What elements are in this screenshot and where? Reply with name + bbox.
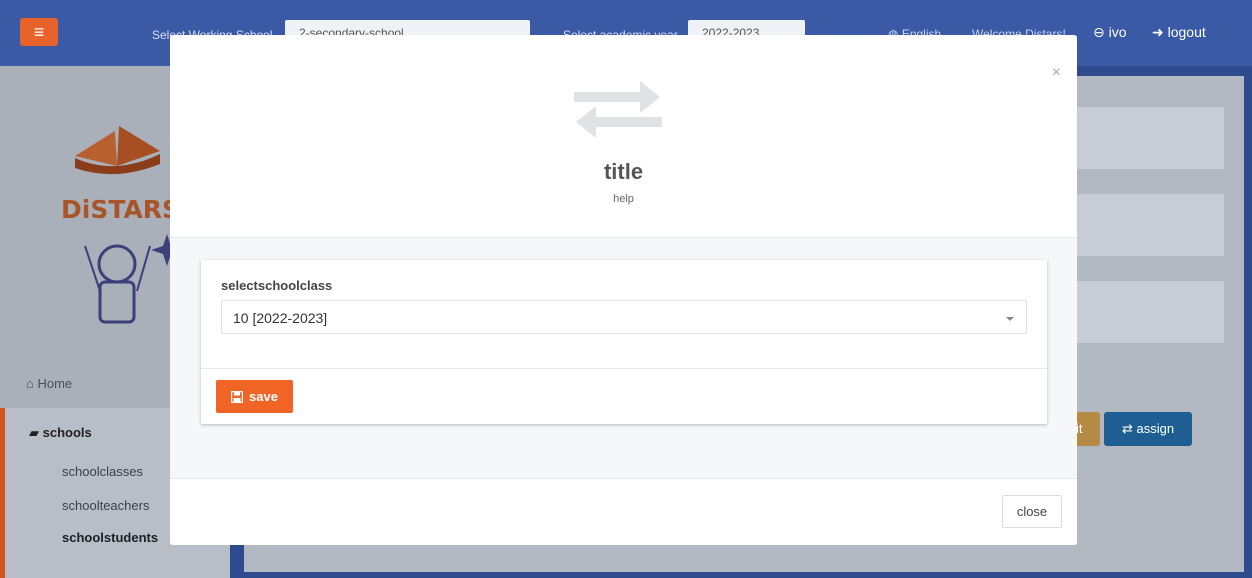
sidebar-item-schools[interactable]: ▰ schools	[29, 425, 92, 441]
sidebar-item-schoolclasses[interactable]: schoolclasses	[62, 464, 143, 479]
svg-text:DiSTARS: DiSTARS	[61, 195, 180, 224]
modal-help-text: help	[613, 193, 634, 205]
divider	[201, 368, 1047, 369]
logout-link[interactable]: ➜ logout	[1152, 24, 1206, 41]
form-panel: selectschoolclass 10 [2022-2023] save	[201, 260, 1047, 424]
school-class-selected-value: 10 [2022-2023]	[233, 310, 328, 326]
save-label: save	[249, 389, 278, 404]
home-label: Home	[37, 376, 73, 391]
content-card	[1074, 281, 1224, 343]
home-icon: ⌂	[26, 376, 34, 391]
user-name: ivo	[1108, 24, 1127, 40]
assign-modal: × title help selectschoolclass 10 [2022-…	[170, 35, 1077, 545]
content-card	[1074, 194, 1224, 256]
assign-label: assign	[1136, 421, 1175, 436]
schools-label: schools	[42, 425, 92, 440]
sidebar-item-schoolteachers[interactable]: schoolteachers	[62, 498, 149, 513]
menu-toggle-button[interactable]: ≡	[20, 18, 58, 46]
sidebar-item-schoolstudents[interactable]: schoolstudents	[62, 530, 158, 545]
logout-label: logout	[1167, 24, 1206, 40]
select-school-class-label: selectschoolclass	[221, 278, 333, 293]
floppy-disk-icon	[231, 390, 244, 403]
chevron-down-icon	[1006, 317, 1014, 321]
school-class-select[interactable]: 10 [2022-2023]	[221, 300, 1027, 334]
content-card	[1074, 107, 1224, 169]
modal-title: title	[603, 159, 644, 184]
close-button[interactable]: close	[1002, 495, 1062, 528]
book-icon: ▰	[29, 425, 39, 440]
assign-button[interactable]: ⇄ assign	[1104, 412, 1192, 446]
modal-footer: close	[170, 478, 1077, 545]
exchange-icon	[574, 81, 662, 138]
modal-body: selectschoolclass 10 [2022-2023] save	[170, 238, 1077, 478]
save-button[interactable]: save	[216, 380, 293, 413]
close-icon[interactable]: ×	[1052, 65, 1061, 81]
modal-header: × title help	[170, 35, 1077, 238]
user-menu[interactable]: ⊖ ivo	[1093, 24, 1127, 41]
sidebar-item-home[interactable]: ⌂ Home	[26, 376, 72, 391]
distars-logo: DiSTARS	[61, 126, 183, 324]
